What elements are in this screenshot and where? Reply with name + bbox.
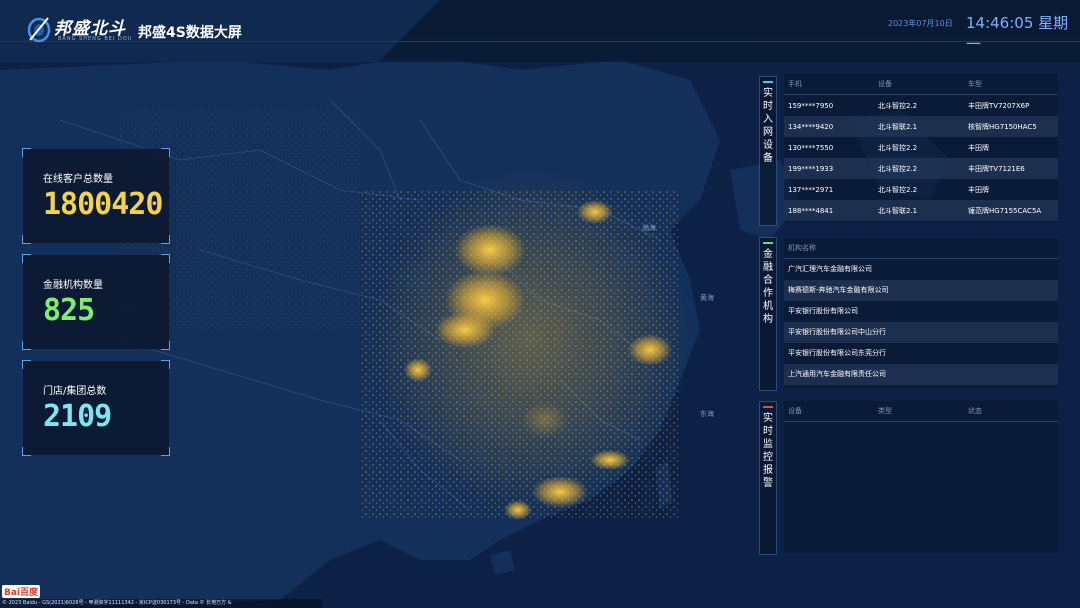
cell-model: 丰田牌TV7207X6P	[968, 101, 1030, 110]
tab-finance-partners[interactable]: 金融合作机构	[759, 237, 777, 391]
logo-subtitle: BANG SHENG BEI DOU	[58, 36, 133, 42]
table-row[interactable]: 130****7550 北斗智控2.2 丰田牌	[784, 137, 1058, 158]
table-header: 手机 设备 车型	[784, 74, 1058, 95]
table-row[interactable]: 188****4841 北斗智联2.1 锤范牌HG7155CAC5A	[784, 200, 1058, 221]
alarm-table: 设备 类型 状态	[784, 401, 1058, 553]
stat-label: 门店/集团总数	[43, 386, 107, 397]
list-item[interactable]: 广汽汇理汽车金融有限公司	[784, 259, 1058, 280]
stat-value: 1800420	[43, 187, 163, 222]
list-item[interactable]: 梅赛德斯-奔驰汽车金融有限公司	[784, 280, 1058, 301]
sea-label-bohai: 渤海	[642, 223, 656, 232]
header-bar: 邦盛北斗 BANG SHENG BEI DOU 邦盛4S数据大屏 2023年07…	[0, 0, 1080, 62]
tab-accent	[763, 242, 773, 244]
table-row[interactable]: 134****9420 北斗智联2.1 核智牌HG7150HAC5	[784, 116, 1058, 137]
tab-label: 实时入网设备	[763, 88, 773, 164]
tab-monitor-alarms[interactable]: 实时监控报警	[759, 401, 777, 555]
table-row[interactable]: 159****7950 北斗智控2.2 丰田牌TV7207X6P	[784, 95, 1058, 116]
stat-card-stores: 门店/集团总数 2109	[22, 360, 170, 456]
cell-phone: 134****9420	[788, 122, 834, 131]
logo-icon	[27, 17, 51, 43]
tab-label: 实时监控报警	[763, 413, 773, 489]
list-item[interactable]: 上汽通用汽车金融有限责任公司	[784, 364, 1058, 385]
stat-value: 825	[43, 293, 95, 328]
stat-label: 金融机构数量	[43, 280, 103, 291]
cell-device: 北斗智联2.1	[878, 206, 918, 215]
stat-value: 2109	[43, 399, 112, 434]
cell-phone: 159****7950	[788, 101, 834, 110]
cell-phone: 188****4841	[788, 206, 834, 215]
cell-phone: 137****2971	[788, 185, 834, 194]
cell-device: 北斗智控2.2	[878, 143, 918, 152]
date-display: 2023年07月10日	[888, 19, 953, 28]
map-copyright: © 2023 Baidu - GS(2021)6026号 - 甲测资字11111…	[0, 599, 322, 608]
cell-model: 丰田牌	[968, 143, 989, 152]
list-item[interactable]: 平安银行股份有限公司东莞分行	[784, 343, 1058, 364]
col-header-org: 机构名称	[788, 244, 816, 252]
table-header: 机构名称	[784, 238, 1058, 259]
list-item[interactable]: 平安银行股份有限公司中山分行	[784, 322, 1058, 343]
col-header-model: 车型	[968, 80, 982, 88]
tab-realtime-devices[interactable]: 实时入网设备	[759, 76, 777, 226]
cell-phone: 130****7550	[788, 143, 834, 152]
cell-device: 北斗智控2.2	[878, 164, 918, 173]
baidu-logo[interactable]: Bai百度	[2, 585, 41, 598]
col-header-type: 类型	[878, 407, 892, 415]
list-item[interactable]: 平安银行股份有限公司	[784, 301, 1058, 322]
col-header-status: 状态	[968, 407, 982, 415]
tab-label: 金融合作机构	[763, 249, 773, 325]
sea-label-donghai: 东海	[700, 409, 714, 418]
cell-device: 北斗智控2.2	[878, 101, 918, 110]
clock-display: 14:46:05 星期一	[966, 14, 1069, 53]
cell-model: 核智牌HG7150HAC5	[968, 122, 1037, 131]
cell-model: 丰田牌TV7121E6	[968, 164, 1025, 173]
finance-table: 机构名称 广汽汇理汽车金融有限公司 梅赛德斯-奔驰汽车金融有限公司 平安银行股份…	[784, 238, 1058, 388]
stat-label: 在线客户总数量	[43, 174, 113, 185]
table-row[interactable]: 137****2971 北斗智控2.2 丰田牌	[784, 179, 1058, 200]
tab-accent	[763, 406, 773, 408]
cell-device: 北斗智控2.2	[878, 185, 918, 194]
cell-model: 锤范牌HG7155CAC5A	[968, 206, 1042, 215]
table-header: 设备 类型 状态	[784, 401, 1058, 422]
col-header-device: 设备	[878, 80, 892, 88]
table-row[interactable]: 199****1933 北斗智控2.2 丰田牌TV7121E6	[784, 158, 1058, 179]
tab-accent	[763, 81, 773, 83]
sea-label-huanghai: 黄海	[700, 293, 714, 302]
col-header-device: 设备	[788, 407, 802, 415]
cell-phone: 199****1933	[788, 164, 834, 173]
cell-device: 北斗智联2.1	[878, 122, 918, 131]
col-header-phone: 手机	[788, 80, 802, 88]
stat-card-customers: 在线客户总数量 1800420	[22, 148, 170, 244]
page-title: 邦盛4S数据大屏	[138, 25, 242, 41]
stat-card-finance: 金融机构数量 825	[22, 254, 170, 350]
devices-table: 手机 设备 车型 159****7950 北斗智控2.2 丰田牌TV7207X6…	[784, 74, 1058, 222]
cell-model: 丰田牌	[968, 185, 989, 194]
